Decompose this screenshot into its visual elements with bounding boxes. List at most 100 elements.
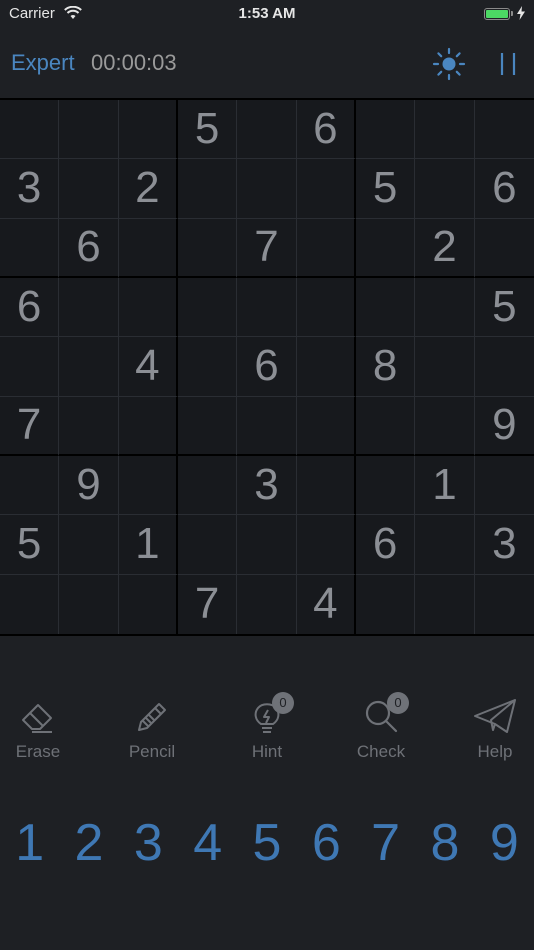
board-cell[interactable] xyxy=(237,574,297,634)
board-cell[interactable] xyxy=(0,218,60,278)
difficulty-label[interactable]: Expert xyxy=(11,50,75,76)
board-cell[interactable] xyxy=(415,574,475,634)
board-cell[interactable]: 6 xyxy=(59,218,119,278)
board-cell[interactable]: 9 xyxy=(59,455,119,516)
board-cell[interactable] xyxy=(296,455,356,516)
number-key[interactable]: 6 xyxy=(297,808,356,878)
board-cell[interactable]: 2 xyxy=(415,218,475,278)
board-cell[interactable] xyxy=(415,515,475,575)
board-cell[interactable] xyxy=(355,396,416,456)
board-cell[interactable] xyxy=(177,455,238,516)
board-cell[interactable]: 4 xyxy=(297,574,356,634)
board-cell[interactable] xyxy=(355,218,416,278)
board-cell[interactable]: 7 xyxy=(0,396,60,456)
board-cell[interactable] xyxy=(177,159,238,219)
board-cell[interactable] xyxy=(415,396,475,456)
board-cell[interactable] xyxy=(118,396,178,456)
number-key[interactable]: 5 xyxy=(237,808,296,878)
board-cell[interactable] xyxy=(177,515,238,575)
board-cell[interactable]: 5 xyxy=(474,278,534,338)
pencil-button[interactable]: Pencil xyxy=(107,690,197,770)
board-cell[interactable]: 6 xyxy=(0,277,60,338)
pause-button[interactable] xyxy=(494,50,522,78)
board-cell[interactable] xyxy=(59,515,119,575)
board-cell[interactable] xyxy=(237,100,297,160)
erase-button[interactable]: Erase xyxy=(0,690,83,770)
number-key[interactable]: 2 xyxy=(59,808,118,878)
board-cell[interactable] xyxy=(0,455,60,516)
theme-toggle-button[interactable] xyxy=(432,47,466,81)
board-cell[interactable] xyxy=(296,277,356,338)
board-cell[interactable]: 2 xyxy=(118,159,178,219)
board-cell[interactable] xyxy=(474,219,534,278)
board-cell[interactable] xyxy=(237,515,297,575)
board-cell[interactable]: 6 xyxy=(296,100,356,160)
paper-plane-icon xyxy=(474,699,516,733)
board-cell[interactable]: 3 xyxy=(237,455,297,516)
board-cell[interactable]: 3 xyxy=(474,515,534,575)
board-cell[interactable] xyxy=(59,574,119,634)
board-cell[interactable] xyxy=(118,100,178,160)
board-cell[interactable] xyxy=(356,574,416,634)
board-cell[interactable]: 1 xyxy=(118,515,178,575)
board-cell[interactable] xyxy=(177,396,238,456)
number-key[interactable]: 3 xyxy=(119,808,178,878)
board-cell[interactable] xyxy=(296,396,356,456)
board-cell[interactable] xyxy=(118,277,178,338)
board-cell[interactable] xyxy=(59,100,119,160)
board-cell[interactable]: 1 xyxy=(415,455,475,516)
board-cell[interactable] xyxy=(296,218,356,278)
board-cell[interactable] xyxy=(0,574,60,634)
board-cell[interactable] xyxy=(415,277,475,338)
board-cell[interactable] xyxy=(474,337,534,397)
number-key[interactable]: 7 xyxy=(356,808,415,878)
board-cell[interactable]: 5 xyxy=(177,100,238,160)
board-cell[interactable] xyxy=(237,159,297,219)
board-cell[interactable] xyxy=(475,575,534,634)
board-cell[interactable]: 7 xyxy=(178,574,238,634)
board-cell[interactable] xyxy=(415,159,475,219)
board-cell[interactable] xyxy=(237,277,297,338)
board-cell[interactable] xyxy=(59,396,119,456)
board-cell[interactable] xyxy=(296,337,356,397)
board-cell[interactable]: 7 xyxy=(237,218,297,278)
board-cell[interactable] xyxy=(59,159,119,219)
board-cell[interactable] xyxy=(474,456,534,516)
board-cell[interactable] xyxy=(59,337,119,397)
board-cell[interactable]: 5 xyxy=(0,515,60,575)
board-cell[interactable]: 3 xyxy=(0,159,60,219)
board-cell[interactable] xyxy=(59,277,119,338)
board-cell[interactable]: 9 xyxy=(474,397,534,456)
board-cell[interactable] xyxy=(118,218,178,278)
board-cell[interactable] xyxy=(119,574,178,634)
board-cell[interactable] xyxy=(415,100,475,160)
number-key[interactable]: 8 xyxy=(415,808,474,878)
board-cell[interactable]: 6 xyxy=(237,337,297,397)
board-cell[interactable] xyxy=(474,100,534,160)
hint-button[interactable]: 0 Hint xyxy=(222,690,312,770)
board-cell[interactable] xyxy=(355,100,416,160)
board-cell[interactable] xyxy=(118,455,178,516)
number-key[interactable]: 4 xyxy=(178,808,237,878)
help-button[interactable]: Help xyxy=(450,690,534,770)
board-cell[interactable] xyxy=(0,337,60,397)
board-cell[interactable] xyxy=(177,337,238,397)
number-key[interactable]: 1 xyxy=(0,808,59,878)
board-cell[interactable] xyxy=(237,396,297,456)
battery-cap xyxy=(511,11,513,16)
board-cell[interactable]: 6 xyxy=(355,515,416,575)
board-cell[interactable] xyxy=(177,218,238,278)
board-cell[interactable] xyxy=(296,515,356,575)
board-cell[interactable] xyxy=(355,277,416,338)
board-cell[interactable] xyxy=(415,337,475,397)
board-cell[interactable]: 5 xyxy=(355,159,416,219)
check-button[interactable]: 0 Check xyxy=(336,690,426,770)
board-cell[interactable]: 4 xyxy=(118,337,178,397)
board-cell[interactable] xyxy=(355,455,416,516)
board-cell[interactable]: 8 xyxy=(355,337,416,397)
number-key[interactable]: 9 xyxy=(475,808,534,878)
board-cell[interactable] xyxy=(296,159,356,219)
board-cell[interactable]: 6 xyxy=(474,159,534,219)
board-cell[interactable] xyxy=(177,277,238,338)
board-cell[interactable] xyxy=(0,100,60,160)
